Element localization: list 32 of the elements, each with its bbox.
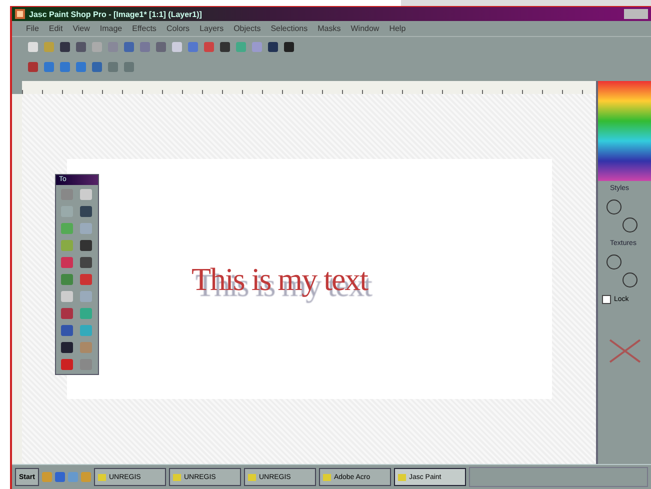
tool-icon[interactable]	[61, 308, 73, 319]
tool-icon[interactable]	[61, 359, 73, 370]
quick-launch-icon[interactable]	[68, 472, 78, 482]
window-controls[interactable]	[624, 9, 648, 19]
menu-item[interactable]: Selections	[270, 24, 308, 33]
quick-launch-icon[interactable]	[80, 472, 91, 482]
app-icon	[15, 9, 25, 19]
tool-icon[interactable]	[61, 291, 73, 302]
tool-icon[interactable]	[80, 189, 92, 200]
menu-item[interactable]: Edit	[48, 24, 63, 33]
window-title: Jasc Paint Shop Pro - [Image1* [1:1] (Layer1)]	[29, 10, 203, 18]
menu-item[interactable]: Colors	[166, 24, 190, 33]
menu-item[interactable]: File	[26, 24, 39, 33]
menu-item[interactable]: View	[72, 24, 90, 33]
cross-icon	[608, 338, 642, 364]
quick-launch-icon[interactable]	[42, 472, 52, 482]
canvas-text: This is my text	[191, 260, 368, 298]
tool-icon[interactable]	[80, 240, 92, 251]
color-picker[interactable]	[598, 81, 651, 181]
menu-item[interactable]: Help	[389, 24, 406, 33]
tool-icon[interactable]	[80, 206, 92, 217]
tool-icon[interactable]	[61, 342, 73, 353]
menu-item[interactable]: Effects	[132, 24, 156, 33]
menu-item[interactable]: Layers	[200, 24, 224, 33]
tool-icon[interactable]	[61, 325, 73, 336]
quick-launch-icon[interactable]	[54, 472, 65, 482]
tool-icon[interactable]	[80, 257, 92, 268]
menu-item[interactable]: Image	[100, 24, 122, 33]
menu-item[interactable]: Window	[350, 24, 380, 33]
menu-item[interactable]: Masks	[318, 24, 341, 33]
menu-item[interactable]: Objects	[234, 24, 261, 33]
lock-checkbox[interactable]	[602, 295, 611, 304]
